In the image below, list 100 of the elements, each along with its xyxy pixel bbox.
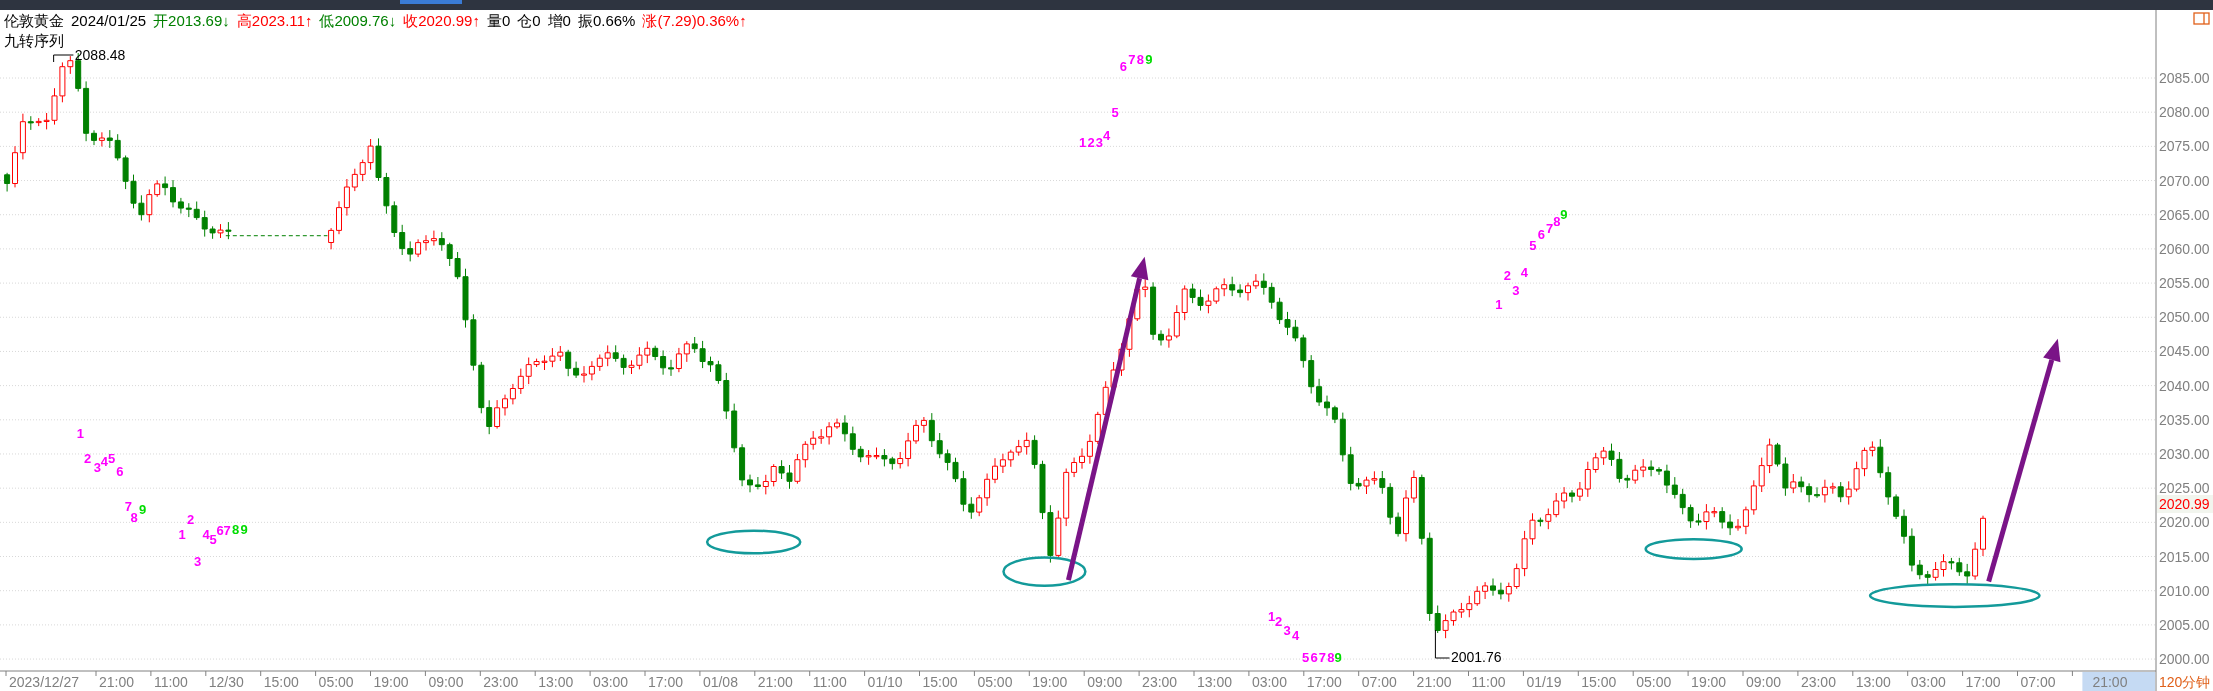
time-axis-label: 13:00 xyxy=(1197,674,1233,690)
time-axis-label: 23:00 xyxy=(483,674,519,690)
price-axis-label: 2070.00 xyxy=(2159,172,2210,189)
panel-toggle-icon[interactable] xyxy=(2193,12,2210,25)
sequence-number: 1 xyxy=(1268,609,1276,625)
time-axis-label: 11:00 xyxy=(1471,674,1506,690)
sequence-number: 3 xyxy=(1095,135,1104,151)
quote-field: 仓0 xyxy=(517,11,541,31)
quote-field: 高2023.11↑ xyxy=(236,11,313,31)
quote-field: 增0 xyxy=(547,11,571,31)
price-axis-label: 2025.00 xyxy=(2159,480,2210,497)
quote-field: 振0.66% xyxy=(577,11,636,31)
time-axis-label: 03:00 xyxy=(1251,674,1287,690)
sequence-number: 4 xyxy=(202,527,210,543)
time-axis-label: 09:00 xyxy=(1087,674,1123,690)
sequence-number: 8 xyxy=(1327,650,1335,666)
sequence-number: 5 xyxy=(1301,650,1310,666)
sequence-number: 8 xyxy=(232,521,240,537)
sequence-number: 2 xyxy=(1275,613,1283,629)
time-axis-label: 05:00 xyxy=(1636,674,1672,690)
sequence-number: 1 xyxy=(76,425,85,441)
quote-field: 伦敦黄金 xyxy=(4,11,64,31)
sequence-number: 3 xyxy=(1512,283,1520,299)
time-axis-label: 21:00 xyxy=(757,674,793,690)
price-axis-label: 2020.00 xyxy=(2159,514,2210,531)
quote-field: 收2020.99↑ xyxy=(403,11,480,31)
price-axis-label: 2085.00 xyxy=(2159,70,2210,86)
time-axis-label: 12/30 xyxy=(208,674,244,690)
time-axis-label: 11:00 xyxy=(812,674,847,690)
period-label[interactable]: 120分钟 xyxy=(2159,674,2211,690)
time-axis-label: 21:00 xyxy=(99,674,135,690)
time-axis-label: 01/08 xyxy=(702,674,738,690)
sequence-number: 9 xyxy=(1334,650,1342,666)
sequence-number: 5 xyxy=(1529,238,1537,254)
low-marker xyxy=(1434,629,1450,659)
high-price-label: 2088.48 xyxy=(74,47,126,63)
time-axis-label: 17:00 xyxy=(1306,674,1342,690)
sequence-number: 6 xyxy=(1310,650,1318,666)
price-axis-label: 2045.00 xyxy=(2159,343,2210,360)
time-axis-label: 21:00 xyxy=(2092,674,2128,690)
quote-field: 开2013.69↓ xyxy=(153,11,230,31)
time-axis-label: 03:00 xyxy=(593,674,629,690)
time-axis-label: 17:00 xyxy=(1965,674,2001,690)
sequence-number: 9 xyxy=(240,521,248,537)
time-axis-label: 15:00 xyxy=(263,674,299,690)
sequence-number: 1 xyxy=(1078,135,1087,151)
sequence-number: 8 xyxy=(1136,51,1145,67)
sequence-number: 6 xyxy=(216,523,224,539)
sequence-number: 4 xyxy=(1102,128,1111,143)
quote-field: 量0 xyxy=(486,11,511,31)
time-axis-label: 15:00 xyxy=(922,674,958,690)
price-axis-label: 2040.00 xyxy=(2159,377,2210,394)
sequence-number: 7 xyxy=(223,523,231,539)
time-axis-label: 19:00 xyxy=(373,674,409,690)
sequence-number: 7 xyxy=(1318,650,1327,666)
price-axis-label: 2030.00 xyxy=(2159,446,2210,462)
sequence-number: 5 xyxy=(107,451,116,467)
price-axis-label: 2075.00 xyxy=(2159,138,2210,155)
time-axis-label: 07:00 xyxy=(2020,674,2056,690)
sequence-number: 3 xyxy=(1283,623,1291,639)
time-axis-label: 01/10 xyxy=(867,674,903,690)
sequence-number: 1 xyxy=(1495,297,1503,313)
sequence-number: 3 xyxy=(194,554,202,570)
sequence-number: 9 xyxy=(138,502,147,517)
sequence-number: 2 xyxy=(1087,135,1095,151)
time-axis-label: 07:00 xyxy=(1361,674,1397,690)
time-axis-label: 03:00 xyxy=(1910,674,1946,690)
sequence-number: 6 xyxy=(116,463,124,479)
high-marker xyxy=(53,54,74,63)
sequence-number: 2 xyxy=(1503,267,1511,283)
sequence-number: 1 xyxy=(178,527,186,543)
price-axis-label: 2055.00 xyxy=(2159,275,2210,292)
sequence-number: 6 xyxy=(1119,58,1128,74)
sequence-number: 5 xyxy=(209,531,217,547)
sequence-number: 4 xyxy=(1520,264,1528,280)
sequence-number: 7 xyxy=(1546,221,1554,237)
price-axis-label: 2065.00 xyxy=(2159,206,2210,223)
time-axis-label: 2023/12/27 xyxy=(9,674,80,690)
sequence-number: 4 xyxy=(100,454,109,470)
price-axis-label: 2050.00 xyxy=(2159,309,2210,326)
sequence-number: 3 xyxy=(93,459,101,475)
sequence-number: 6 xyxy=(1537,226,1545,242)
price-axis-label: 2005.00 xyxy=(2159,616,2210,633)
price-axis-label: 2035.00 xyxy=(2159,411,2210,428)
time-axis-label: 15:00 xyxy=(1581,674,1617,690)
sequence-number: 9 xyxy=(1560,207,1568,223)
sequence-number: 9 xyxy=(1145,51,1153,67)
time-axis-label: 13:00 xyxy=(1855,674,1891,690)
current-price-tag: 2020.99 xyxy=(2157,495,2213,513)
price-axis-label: 2010.00 xyxy=(2159,582,2210,599)
time-axis-label: 19:00 xyxy=(1032,674,1068,690)
sequence-number: 5 xyxy=(1111,105,1119,121)
low-price-label: 2001.76 xyxy=(1450,649,1502,665)
quote-field: 低2009.76↓ xyxy=(319,11,397,31)
sequence-number: 2 xyxy=(186,511,195,527)
quote-field: 涨(7.29)0.36%↑ xyxy=(642,11,747,31)
price-axis-label: 2000.00 xyxy=(2159,651,2210,668)
indicator-name: 九转序列 xyxy=(4,31,65,51)
time-axis-label: 05:00 xyxy=(977,674,1013,690)
tab-indicator xyxy=(400,0,462,4)
